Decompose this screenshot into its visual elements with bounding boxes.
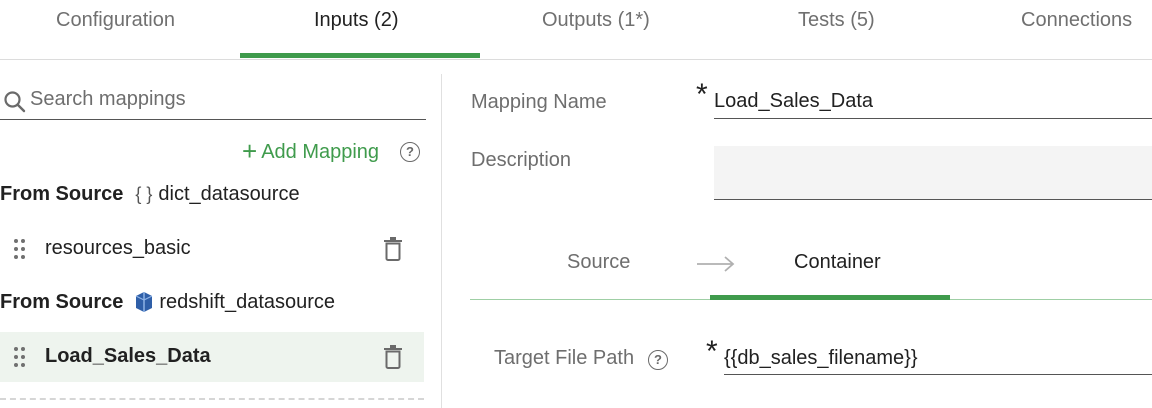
source-heading-label: From Source — [0, 183, 124, 205]
mapping-name-label: Mapping Name — [471, 91, 607, 113]
source-heading-dict: From Source { } dict_datasource — [0, 183, 300, 209]
tab-inputs[interactable]: Inputs (2) — [314, 9, 398, 37]
tab-tests[interactable]: Tests (5) — [798, 9, 875, 37]
source-name: redshift_datasource — [159, 291, 336, 313]
tab-configuration[interactable]: Configuration — [56, 9, 175, 37]
dict-icon: { } — [135, 184, 153, 204]
tab-outputs[interactable]: Outputs (1*) — [542, 9, 650, 37]
mapping-label: resources_basic — [45, 237, 191, 259]
help-icon[interactable]: ? — [648, 350, 668, 370]
target-file-path-label: Target File Path — [494, 347, 635, 369]
mapping-name-input[interactable] — [714, 84, 1152, 119]
subtab-container[interactable]: Container — [794, 251, 881, 274]
search-mappings — [0, 82, 426, 120]
source-heading-label: From Source — [0, 291, 124, 313]
delete-icon[interactable] — [383, 237, 403, 261]
active-subtab-indicator — [710, 295, 950, 300]
mapping-label: Load_Sales_Data — [45, 345, 211, 367]
add-mapping-label: Add Mapping — [261, 141, 380, 163]
drag-handle-icon[interactable] — [14, 347, 26, 367]
required-marker: * — [696, 78, 708, 111]
required-marker: * — [706, 335, 718, 368]
help-icon[interactable]: ? — [400, 142, 420, 162]
tab-connections[interactable]: Connections — [1021, 9, 1132, 37]
mapping-row[interactable]: Load_Sales_Data — [0, 332, 424, 382]
add-mapping-button[interactable]: + Add Mapping — [242, 136, 380, 166]
search-input[interactable] — [30, 84, 420, 114]
description-label: Description — [471, 149, 572, 171]
source-heading-redshift: From Source redshift_datasource — [0, 291, 335, 317]
delete-icon[interactable] — [383, 345, 403, 369]
source-name: dict_datasource — [158, 183, 300, 205]
panel-divider — [441, 74, 442, 408]
subtab-source[interactable]: Source — [567, 251, 630, 274]
mapping-row[interactable]: resources_basic — [0, 224, 424, 274]
arrow-right-icon — [697, 256, 735, 272]
target-file-path-input[interactable] — [724, 342, 1152, 375]
tab-bar: Configuration Inputs (2) Outputs (1*) Te… — [0, 0, 1152, 60]
search-icon — [4, 91, 26, 113]
active-tab-indicator — [240, 53, 480, 58]
drag-handle-icon[interactable] — [14, 239, 26, 259]
description-input[interactable] — [714, 146, 1152, 200]
plus-icon: + — [242, 136, 258, 166]
redshift-icon — [136, 292, 153, 312]
drop-zone-divider — [0, 398, 424, 400]
